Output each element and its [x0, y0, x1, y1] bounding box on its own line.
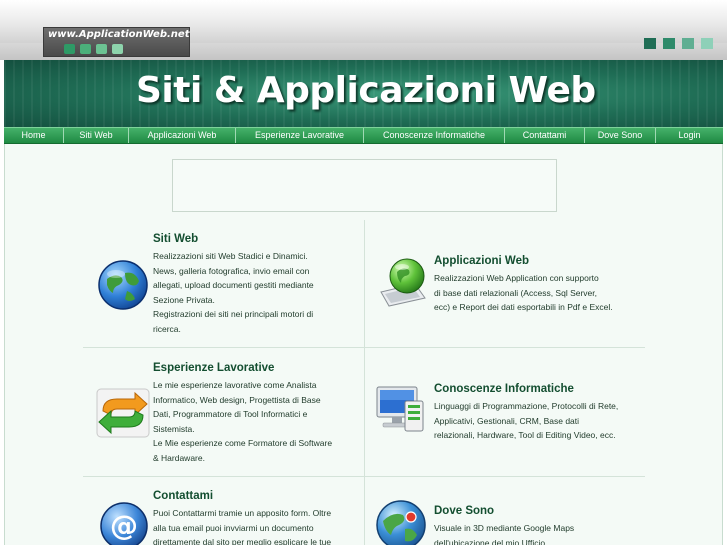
computer-icon[interactable] [375, 383, 431, 439]
row-divider [365, 347, 645, 348]
header-banner: Siti & Applicazioni Web [4, 60, 723, 128]
globe-icon[interactable] [97, 259, 149, 311]
nav-applicazioni-web[interactable]: Applicazioni Web [129, 128, 236, 143]
nav-conoscenze-informatiche[interactable]: Conoscenze Informatiche [364, 128, 505, 143]
row-divider [365, 476, 645, 477]
nav-contattami[interactable]: Contattami [505, 128, 585, 143]
section-description: Realizzazioni Web Application con suppor… [434, 273, 613, 312]
corner-square [682, 38, 694, 49]
email-at-icon[interactable]: @ [99, 501, 149, 545]
nav-dove-sono[interactable]: Dove Sono [585, 128, 656, 143]
section-title[interactable]: Contattami [153, 490, 213, 502]
section-description: Linguaggi di Programmazione, Protocolli … [434, 401, 619, 440]
banner-title: Siti & Applicazioni Web [136, 70, 596, 111]
column-divider [364, 220, 365, 545]
nav-siti-web[interactable]: Siti Web [64, 128, 129, 143]
section-title[interactable]: Esperienze Lavorative [153, 362, 274, 374]
nav-home[interactable]: Home [4, 128, 64, 143]
site-logo[interactable]: www.ApplicationWeb.net [43, 27, 190, 57]
corner-square [663, 38, 675, 49]
nav-esperienze-lavorative[interactable]: Esperienze Lavorative [236, 128, 364, 143]
ad-placeholder [172, 159, 557, 212]
section-title[interactable]: Conoscenze Informatiche [434, 383, 574, 395]
section-title[interactable]: Dove Sono [434, 505, 494, 517]
row-divider [83, 476, 364, 477]
section-description: Visuale in 3D mediante Google Maps dell'… [434, 523, 575, 545]
section-description: Realizzazioni siti Web Stadici e Dinamic… [153, 251, 314, 334]
section-title[interactable]: Siti Web [153, 233, 198, 245]
main-content: Siti Web Realizzazioni siti Web Stadici … [4, 144, 723, 545]
map-globe-icon[interactable] [375, 499, 427, 545]
main-nav: Home Siti Web Applicazioni Web Esperienz… [4, 127, 723, 144]
corner-square [644, 38, 656, 49]
row-divider [83, 347, 364, 348]
corner-squares [644, 38, 713, 49]
section-description: Le mie esperienze lavorative come Analis… [153, 380, 333, 463]
sync-arrows-icon[interactable] [95, 385, 151, 441]
site-logo-text: www.ApplicationWeb.net [48, 29, 190, 40]
logo-squares [64, 44, 123, 54]
nav-login[interactable]: Login [656, 128, 723, 143]
corner-square [701, 38, 713, 49]
globe-laptop-icon[interactable] [375, 254, 431, 310]
section-title[interactable]: Applicazioni Web [434, 255, 529, 267]
svg-text:@: @ [110, 509, 138, 542]
section-description: Puoi Contattarmi tramie un apposito form… [153, 508, 332, 545]
